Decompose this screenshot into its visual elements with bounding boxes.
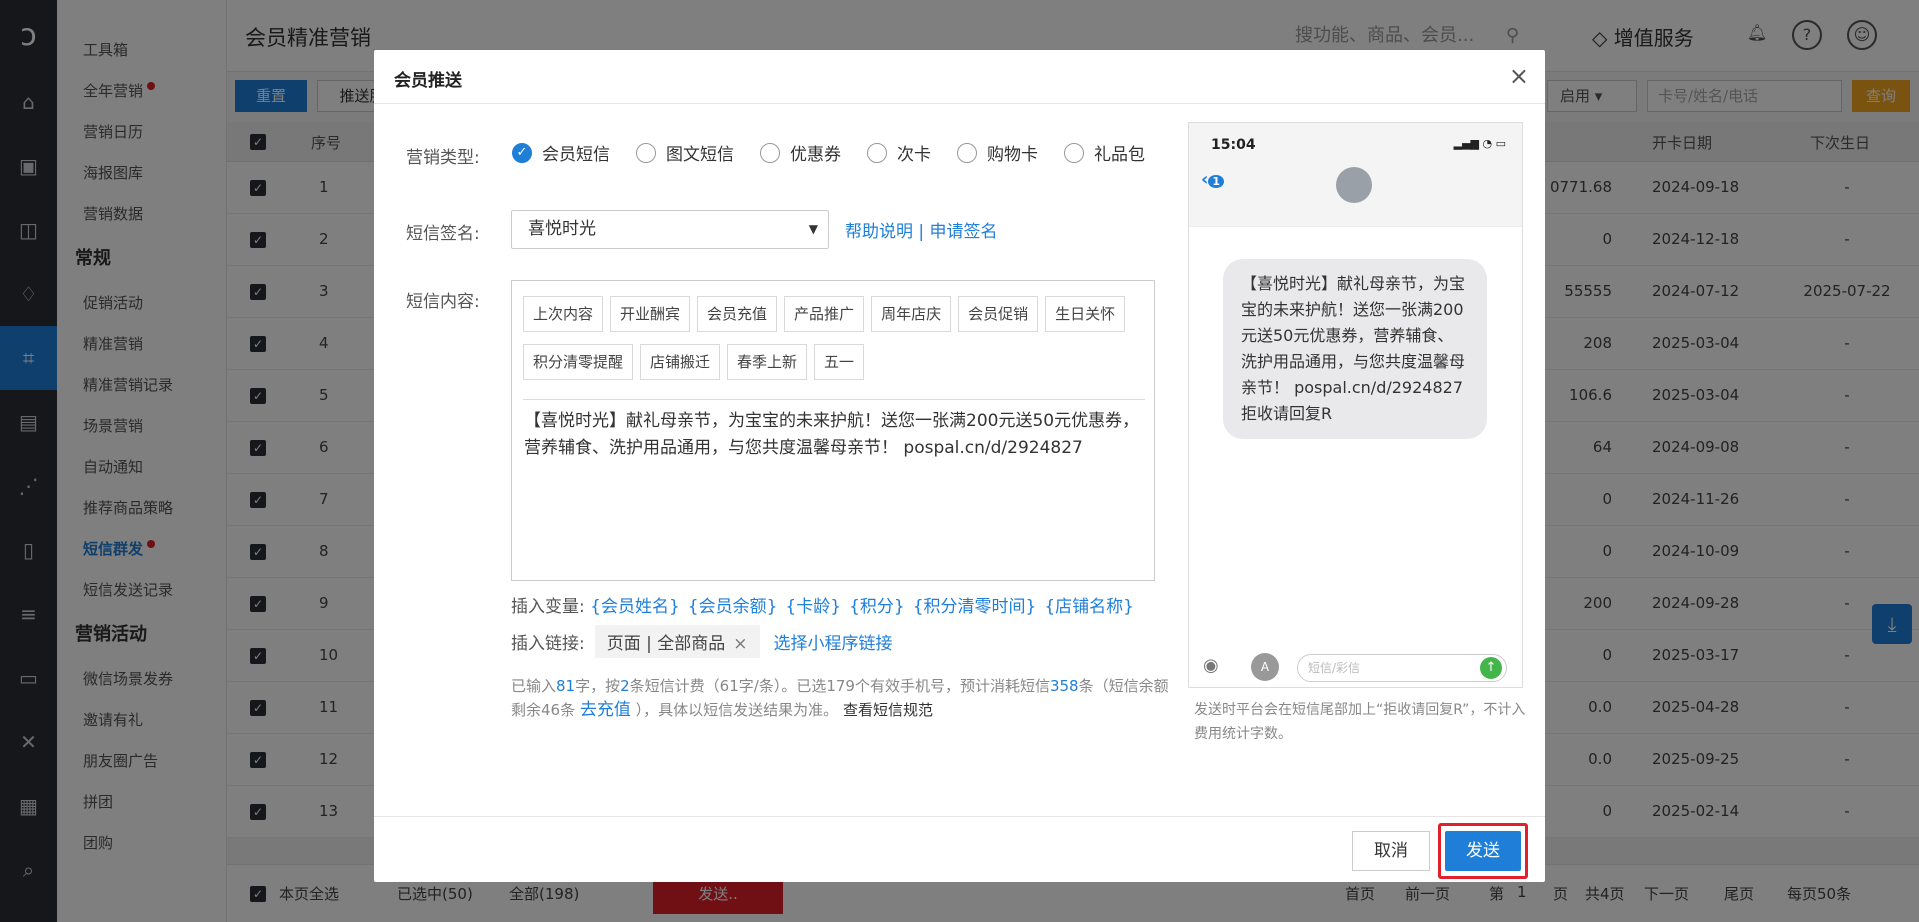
template-tag[interactable]: 积分清零提醒 — [523, 344, 634, 380]
count-text: 条短信计费（61字/条）。已选179个有效手机号，预计消耗短信 — [629, 677, 1050, 695]
type-label: 营销类型: — [406, 148, 480, 168]
content-divider — [523, 399, 1145, 400]
remove-link-icon[interactable]: × — [733, 634, 747, 654]
insert-variable[interactable]: {会员姓名} — [590, 597, 680, 617]
back-badge: 1 — [1208, 175, 1225, 188]
insert-link-row: 插入链接: 页面 | 全部商品 × 选择小程序链接 — [511, 625, 893, 658]
phone-preview: 15:04 ▂▄▆ ◔ ▭ ‹ 1 【喜悦时光】献礼母亲节，为宝宝的未来护航！送您… — [1188, 122, 1523, 688]
appstore-icon: A — [1251, 653, 1279, 681]
template-tag[interactable]: 店铺搬迁 — [640, 344, 721, 380]
radio-label: 次卡 — [897, 145, 931, 165]
insert-variable[interactable]: {店铺名称} — [1044, 597, 1134, 617]
radio-label: 购物卡 — [987, 145, 1038, 165]
signal-battery-icon: ▂▄▆ ◔ ▭ — [1453, 137, 1506, 150]
phone-time: 15:04 — [1211, 137, 1256, 153]
dialog-header: 会员推送 × — [374, 50, 1545, 104]
signature-help-links[interactable]: 帮助说明 | 申请签名 — [845, 217, 998, 242]
sms-rules-link[interactable]: 查看短信规范 — [843, 701, 933, 719]
template-tag[interactable]: 会员促销 — [958, 296, 1039, 332]
radio-label: 礼品包 — [1094, 145, 1145, 165]
radio-marketing-type[interactable]: 优惠券 — [760, 140, 841, 165]
signature-value: 喜悦时光 — [528, 219, 596, 239]
template-tag[interactable]: 产品推广 — [784, 296, 865, 332]
template-tag[interactable]: 春季上新 — [727, 344, 808, 380]
template-tag[interactable]: 周年店庆 — [871, 296, 952, 332]
camera-icon: ◉ — [1203, 655, 1219, 676]
radio-label: 优惠券 — [790, 145, 841, 165]
variable-list: {会员姓名} {会员余额} {卡龄} {积分} {积分清零时间} {店铺名称} — [590, 597, 1142, 617]
phone-input-placeholder: 短信/彩信 — [1308, 661, 1361, 675]
signature-select[interactable]: 喜悦时光 ▼ — [511, 210, 829, 249]
insert-variable[interactable]: {积分} — [849, 597, 905, 617]
phone-header: 15:04 ▂▄▆ ◔ ▭ ‹ 1 — [1189, 123, 1522, 227]
phone-send-icon: ↑ — [1480, 657, 1502, 679]
template-tag[interactable]: 开业酬宾 — [610, 296, 691, 332]
count-text: 已输入 — [511, 677, 557, 695]
phone-message-input: 短信/彩信 ↑ — [1297, 654, 1507, 682]
sms-count-info: 已输入81字，按2条短信计费（61字/条）。已选179个有效手机号，预计消耗短信… — [511, 674, 1171, 722]
link-chip[interactable]: 页面 | 全部商品 × — [594, 625, 760, 658]
member-push-dialog: 会员推送 × 营销类型: ✓ 会员短信 图文短信 优惠券 次卡 购物卡 礼品包 短信签名: … — [374, 50, 1545, 882]
radio-marketing-type[interactable]: 图文短信 — [636, 140, 734, 165]
signature-label: 短信签名: — [406, 224, 480, 244]
sms-content-box: 上次内容 开业酬宾 会员充值 产品推广 周年店庆 会员促销 生日关怀积分清零提醒 店铺搬迁 春季… — [511, 280, 1155, 581]
insert-variable[interactable]: {会员余额} — [688, 597, 778, 617]
send-button[interactable]: 发送 — [1445, 831, 1521, 871]
radio-marketing-type[interactable]: 购物卡 — [957, 140, 1038, 165]
sms-preview-bubble: 【喜悦时光】献礼母亲节，为宝宝的未来护航！送您一张满200元送50元优惠券，营养… — [1223, 259, 1487, 439]
radio-label: 会员短信 — [542, 145, 610, 165]
total-sms-count: 358 — [1049, 677, 1079, 695]
count-text: 字，按 — [575, 677, 621, 695]
mini-program-link[interactable]: 选择小程序链接 — [774, 629, 893, 654]
recharge-link[interactable]: 去充值 — [580, 700, 631, 720]
radio-marketing-type[interactable]: 礼品包 — [1064, 140, 1145, 165]
radio-marketing-type[interactable]: 次卡 — [867, 140, 931, 165]
template-tags: 上次内容 开业酬宾 会员充值 产品推广 周年店庆 会员促销 生日关怀积分清零提醒 店铺搬迁 春季… — [523, 296, 1143, 392]
insert-variable[interactable]: {卡龄} — [785, 597, 841, 617]
avatar — [1336, 167, 1372, 203]
back-icon: ‹ 1 — [1201, 169, 1225, 190]
template-tag[interactable]: 五一 — [814, 344, 865, 380]
radio-circle-icon — [636, 142, 656, 163]
dialog-footer: 取消 发送 — [374, 816, 1545, 882]
insert-variable[interactable]: {积分清零时间} — [913, 597, 1037, 617]
template-tag[interactable]: 生日关怀 — [1045, 296, 1126, 332]
segment-count: 2 — [620, 677, 630, 695]
check-icon: ✓ — [512, 142, 532, 163]
radio-circle-icon — [957, 142, 977, 163]
radio-label: 图文短信 — [666, 145, 734, 165]
count-text: ），具体以短信发送结果为准。 — [635, 701, 839, 719]
marketing-type-radios: ✓ 会员短信 图文短信 优惠券 次卡 购物卡 礼品包 — [512, 140, 1171, 165]
insert-variables: 插入变量: {会员姓名} {会员余额} {卡龄} {积分} {积分清零时间} {店铺名称} — [511, 592, 1142, 617]
sms-content-textarea[interactable]: 【喜悦时光】献礼母亲节，为宝宝的未来护航！送您一张满200元送50元优惠券，营养… — [524, 408, 1144, 462]
radio-circle-icon — [1064, 142, 1084, 163]
close-icon[interactable]: × — [1509, 62, 1529, 90]
content-label: 短信内容: — [406, 292, 480, 312]
radio-circle-icon — [867, 142, 887, 163]
insert-var-label: 插入变量: — [511, 597, 585, 617]
template-tag[interactable]: 会员充值 — [697, 296, 778, 332]
char-count: 81 — [556, 677, 576, 695]
radio-circle-icon — [760, 142, 780, 163]
send-highlight: 发送 — [1438, 823, 1528, 879]
radio-marketing-type[interactable]: ✓ 会员短信 — [512, 140, 610, 165]
chevron-down-icon: ▼ — [808, 222, 818, 236]
dialog-title: 会员推送 — [394, 71, 462, 91]
phone-input-bar: ◉ A 短信/彩信 ↑ — [1189, 649, 1524, 687]
cancel-button[interactable]: 取消 — [1352, 831, 1430, 871]
link-chip-label: 页面 | 全部商品 — [606, 634, 726, 654]
insert-link-label: 插入链接: — [511, 634, 585, 654]
phone-note: 发送时平台会在短信尾部加上“拒收请回复R”，不计入费用统计字数。 — [1194, 702, 1526, 742]
template-tag[interactable]: 上次内容 — [523, 296, 604, 332]
